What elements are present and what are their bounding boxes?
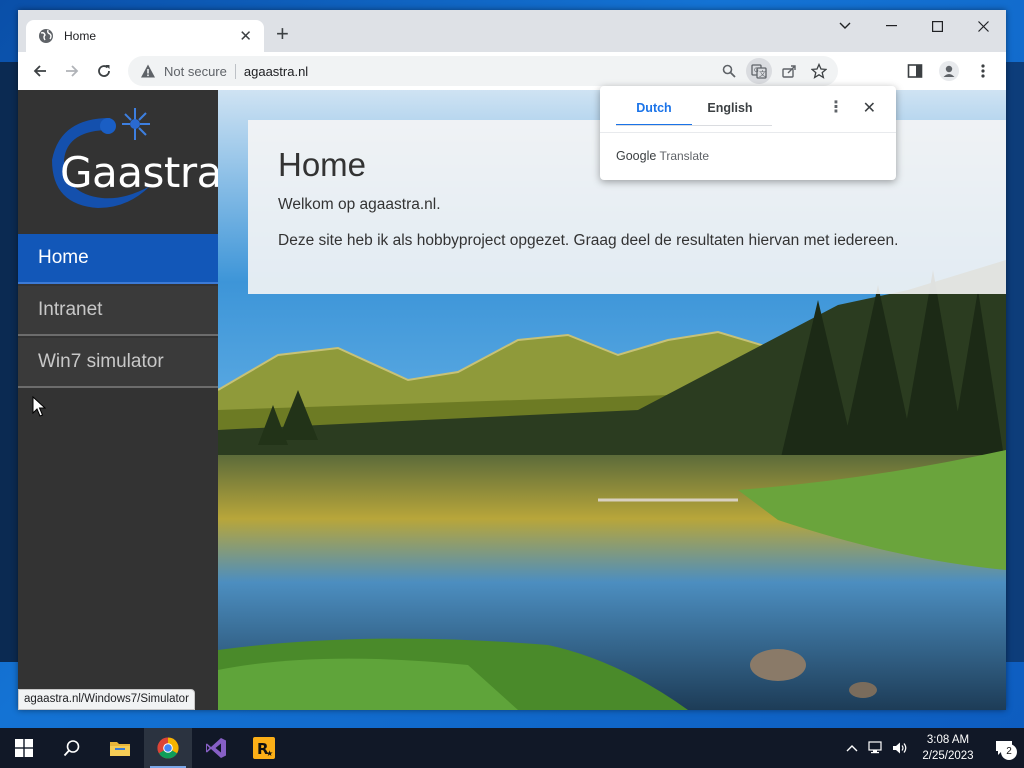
forward-button[interactable] bbox=[56, 55, 88, 87]
new-tab-button[interactable]: + bbox=[276, 23, 289, 45]
search-button[interactable] bbox=[48, 728, 96, 768]
rockstar-launcher-button[interactable]: R ★ bbox=[240, 728, 288, 768]
maximize-button[interactable] bbox=[914, 10, 960, 42]
tab-title: Home bbox=[64, 29, 97, 43]
tab-home[interactable]: Home ✕ bbox=[26, 20, 264, 52]
svg-text:文: 文 bbox=[759, 69, 766, 78]
tab-search-icon[interactable] bbox=[822, 10, 868, 42]
url-text[interactable]: agaastra.nl bbox=[236, 64, 308, 79]
arrow-right-icon bbox=[66, 65, 79, 77]
bookmark-star-icon[interactable] bbox=[806, 58, 832, 84]
browser-toolbar: Not secure agaastra.nl 文G bbox=[18, 52, 1006, 90]
desktop-background-right bbox=[1006, 62, 1024, 662]
folder-icon bbox=[110, 742, 130, 756]
chrome-icon bbox=[157, 737, 179, 759]
translate-close-icon[interactable]: ✕ bbox=[863, 98, 876, 118]
translate-popup: Dutch English ⋮ ✕ Google Translate bbox=[600, 86, 896, 180]
menu-kebab-icon[interactable] bbox=[968, 55, 998, 87]
nav-item-win7-simulator[interactable]: Win7 simulator bbox=[18, 338, 238, 388]
chrome-taskbar-button[interactable] bbox=[144, 728, 192, 768]
address-bar[interactable]: Not secure agaastra.nl 文G bbox=[128, 56, 838, 86]
landscape-background-image: Home Welkom op agaastra.nl. Deze site he… bbox=[218, 90, 1006, 710]
tab-dutch[interactable]: Dutch bbox=[616, 96, 692, 126]
svg-text:G: G bbox=[754, 67, 759, 74]
intro-text: Deze site heb ik als hobbyproject opgeze… bbox=[278, 232, 899, 249]
globe-icon bbox=[39, 29, 53, 43]
omnibox-actions: 文G bbox=[716, 56, 832, 86]
reload-button[interactable] bbox=[88, 55, 120, 87]
status-bar-url: agaastra.nl/Windows7/Simulator bbox=[18, 689, 195, 710]
clock[interactable]: 3:08 AM 2/25/2023 bbox=[912, 732, 984, 764]
main-nav: Home Intranet Win7 simulator bbox=[18, 234, 238, 390]
volume-icon[interactable] bbox=[888, 741, 912, 755]
welcome-text: Welkom op agaastra.nl. bbox=[278, 196, 441, 213]
window-controls bbox=[822, 10, 1006, 42]
network-icon[interactable] bbox=[864, 741, 888, 755]
brand-google: Google bbox=[616, 149, 657, 163]
brand-translate: Translate bbox=[659, 149, 710, 163]
side-panel-icon[interactable] bbox=[900, 55, 930, 87]
translate-language-tabs: Dutch English bbox=[616, 96, 768, 126]
svg-text:★: ★ bbox=[266, 749, 273, 758]
sidebar: Gaastra Home Intranet Win7 simulator bbox=[18, 90, 238, 710]
windows-logo-icon bbox=[15, 739, 33, 757]
rockstar-icon: R★ bbox=[253, 737, 275, 759]
clock-time: 3:08 AM bbox=[926, 734, 970, 746]
nav-item-home[interactable]: Home bbox=[18, 234, 238, 284]
logo-text: Gaastra bbox=[60, 148, 222, 197]
visual-studio-icon bbox=[206, 738, 226, 758]
web-page: Gaastra Home Intranet Win7 simulator Hom… bbox=[18, 90, 1006, 710]
minimize-button[interactable] bbox=[868, 10, 914, 42]
chevron-up-icon[interactable] bbox=[840, 744, 864, 752]
back-button[interactable] bbox=[24, 55, 56, 87]
google-translate-brand: Google Translate bbox=[616, 149, 709, 163]
share-icon[interactable] bbox=[776, 58, 802, 84]
tab-strip: Home ✕ + bbox=[18, 10, 1006, 52]
notification-count-badge: 2 bbox=[1001, 744, 1017, 760]
search-icon bbox=[63, 740, 80, 757]
translate-options-icon[interactable]: ⋮ bbox=[828, 100, 844, 116]
visual-studio-button[interactable] bbox=[192, 728, 240, 768]
translate-icon[interactable]: 文G bbox=[746, 58, 772, 84]
clock-date: 2/25/2023 bbox=[922, 750, 974, 762]
desktop-background bbox=[0, 62, 18, 662]
tab-english[interactable]: English bbox=[692, 96, 768, 126]
arrow-left-icon bbox=[33, 65, 46, 77]
close-window-button[interactable] bbox=[960, 10, 1006, 42]
action-center-button[interactable]: 2 bbox=[984, 728, 1024, 768]
taskbar: R ★ 3:08 AM 2/25/2023 2 bbox=[0, 728, 1024, 768]
security-label[interactable]: Not secure bbox=[164, 63, 236, 79]
mouse-cursor-icon bbox=[32, 396, 46, 417]
tabs-underline bbox=[616, 125, 772, 126]
toolbar-right bbox=[900, 55, 998, 87]
start-button[interactable] bbox=[0, 728, 48, 768]
divider bbox=[600, 132, 896, 133]
zoom-search-icon[interactable] bbox=[716, 58, 742, 84]
profile-avatar-icon[interactable] bbox=[934, 55, 964, 87]
close-tab-icon[interactable]: ✕ bbox=[239, 29, 252, 44]
reload-icon bbox=[98, 65, 110, 77]
system-tray: 3:08 AM 2/25/2023 2 bbox=[840, 728, 1024, 768]
nav-item-intranet[interactable]: Intranet bbox=[18, 286, 238, 336]
warning-icon bbox=[141, 64, 155, 78]
file-explorer-button[interactable] bbox=[96, 728, 144, 768]
